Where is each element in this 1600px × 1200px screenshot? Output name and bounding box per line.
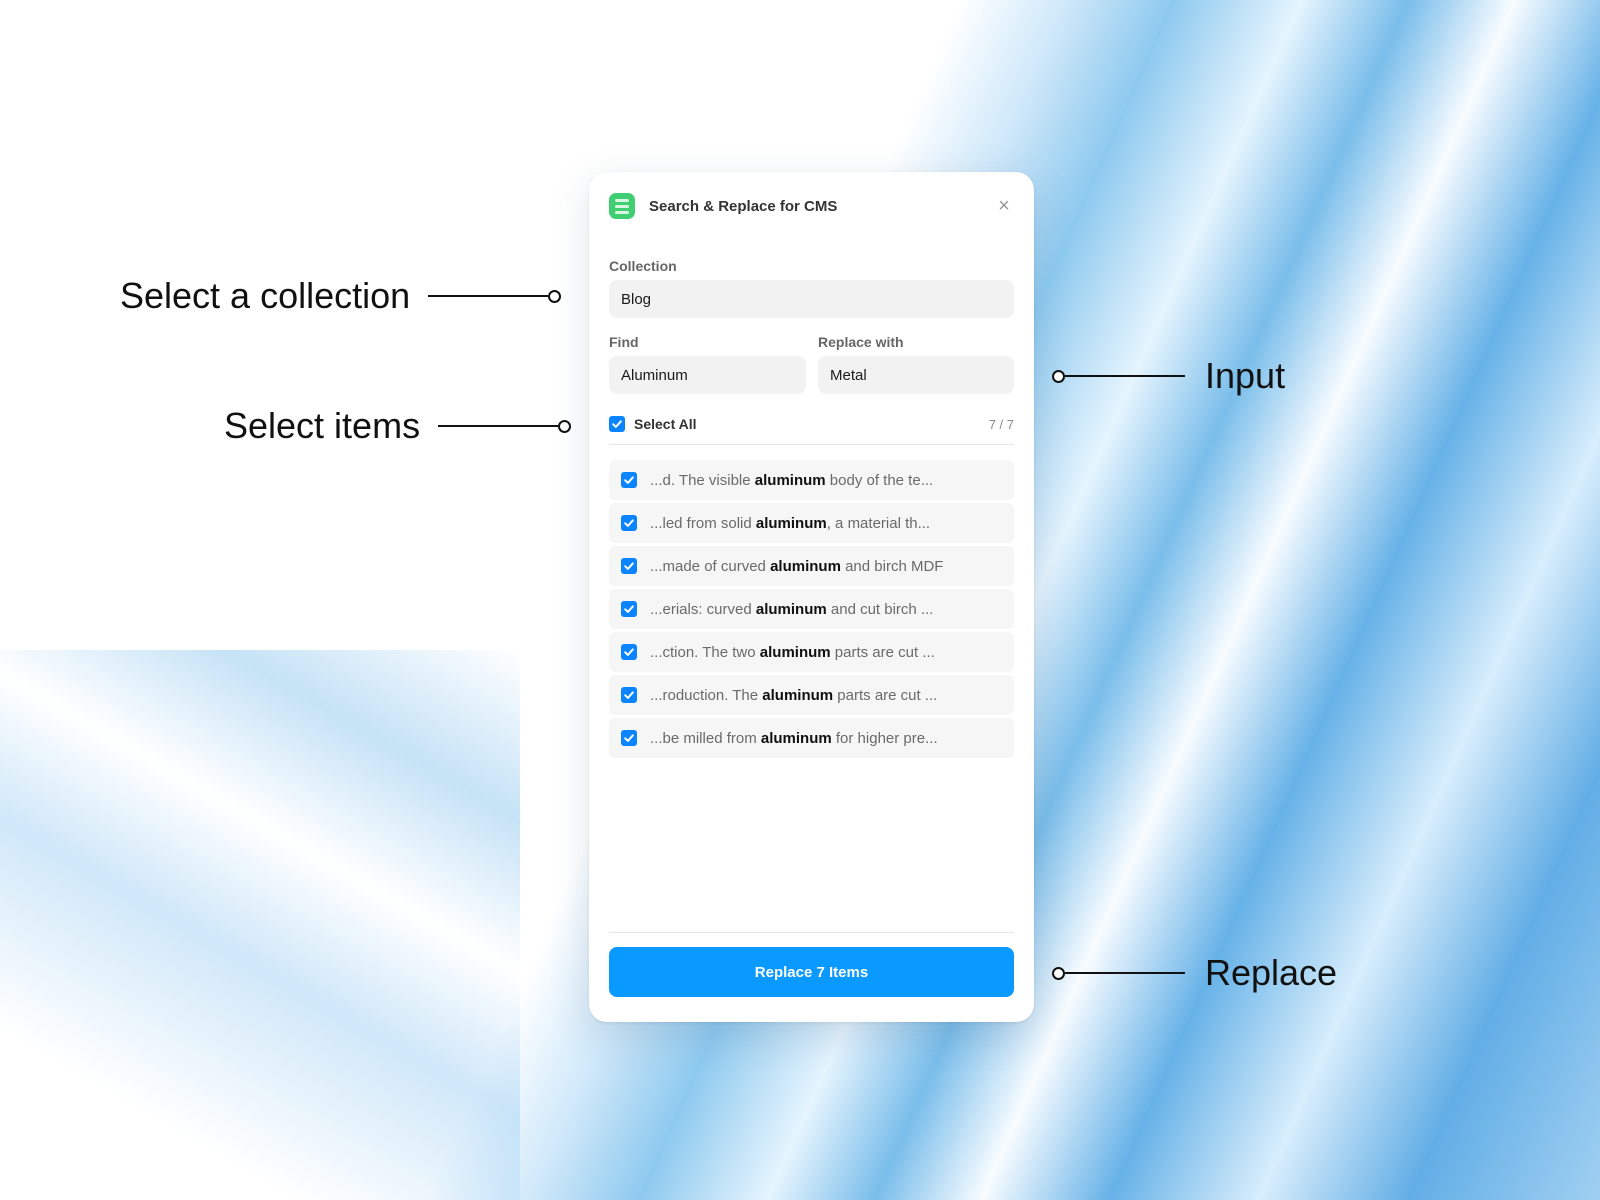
snippet-after: body of the te... (825, 471, 934, 489)
panel-title: Search & Replace for CMS (649, 197, 838, 215)
snippet-before: ...led from solid (650, 514, 756, 532)
snippet-after: parts are cut ... (833, 686, 938, 704)
callout-label: Select items (224, 405, 421, 446)
snippet-after: for higher pre... (831, 729, 938, 747)
snippet-after: parts are cut ... (830, 643, 935, 661)
item-checkbox[interactable] (621, 601, 637, 617)
find-label: Find (609, 334, 639, 350)
footer-divider (609, 932, 1014, 933)
item-checkbox[interactable] (621, 687, 637, 703)
snippet-match: aluminum (755, 514, 827, 532)
snippet-before: ...be milled from (650, 729, 761, 747)
match-snippet: ...made of curved aluminum and birch MDF (650, 558, 943, 575)
snippet-before: ...erials: curved (650, 600, 756, 618)
callout-label: Replace (1205, 952, 1338, 993)
match-snippet: ...ction. The two aluminum parts are cut… (650, 644, 935, 661)
snippet-before: ...ction. The two (650, 643, 760, 661)
list-item[interactable]: ...roduction. The aluminum parts are cut… (609, 675, 1014, 715)
snippet-after: and cut birch ... (826, 600, 934, 618)
item-checkbox[interactable] (621, 730, 637, 746)
search-replace-panel: Search & Replace for CMS × Collection Fi… (589, 172, 1034, 1022)
check-icon (624, 691, 634, 699)
item-checkbox[interactable] (621, 558, 637, 574)
snippet-after: , a material th... (826, 514, 931, 532)
check-icon (624, 562, 634, 570)
callout-line (1065, 375, 1185, 377)
snippet-match: aluminum (754, 471, 826, 489)
item-checkbox[interactable] (621, 515, 637, 531)
callout-label: Select a collection (120, 275, 411, 316)
callout-dot (1052, 369, 1065, 383)
background-streak (0, 650, 520, 1200)
match-snippet: ...erials: curved aluminum and cut birch… (650, 601, 933, 618)
select-all-row: Select All 7 / 7 (609, 412, 1014, 445)
list-item[interactable]: ...be milled from aluminum for higher pr… (609, 718, 1014, 758)
snippet-after: and birch MDF (840, 557, 944, 575)
callout-label: Input (1205, 355, 1286, 396)
selection-count: 7 / 7 (988, 416, 1014, 432)
callout-input: Input (1052, 354, 1285, 398)
callout-select-collection: Select a collection (120, 274, 562, 318)
callout-line (1065, 972, 1185, 974)
snippet-match: aluminum (760, 729, 832, 747)
callout-dot (548, 289, 562, 303)
callout-dot (558, 419, 572, 433)
find-input[interactable] (609, 356, 806, 394)
list-item[interactable]: ...ction. The two aluminum parts are cut… (609, 632, 1014, 672)
panel-header: Search & Replace for CMS × (609, 192, 1014, 220)
callout-line (438, 425, 559, 427)
check-icon (624, 519, 634, 527)
select-all-label: Select All (634, 416, 697, 432)
check-icon (612, 420, 622, 428)
match-snippet: ...led from solid aluminum, a material t… (650, 515, 930, 532)
check-icon (624, 476, 634, 484)
match-snippet: ...roduction. The aluminum parts are cut… (650, 687, 937, 704)
results-list: ...d. The visible aluminum body of the t… (609, 460, 1014, 761)
replace-with-label: Replace with (818, 334, 904, 350)
snippet-before: ...d. The visible (650, 471, 755, 489)
snippet-match: aluminum (770, 557, 841, 575)
replace-with-input[interactable] (818, 356, 1014, 394)
item-checkbox[interactable] (621, 644, 637, 660)
collection-label: Collection (609, 258, 677, 274)
close-button[interactable]: × (994, 196, 1014, 216)
item-checkbox[interactable] (621, 472, 637, 488)
callout-replace: Replace (1052, 951, 1337, 995)
snippet-before: ...roduction. The (650, 686, 763, 704)
check-icon (624, 605, 634, 613)
list-icon (609, 193, 635, 219)
callout-select-items: Select items (224, 404, 572, 448)
snippet-before: ...made of curved (650, 557, 771, 575)
list-item[interactable]: ...erials: curved aluminum and cut birch… (609, 589, 1014, 629)
select-all-checkbox[interactable] (609, 416, 625, 432)
list-item[interactable]: ...d. The visible aluminum body of the t… (609, 460, 1014, 500)
snippet-match: aluminum (755, 600, 827, 618)
match-snippet: ...be milled from aluminum for higher pr… (650, 730, 938, 747)
list-item[interactable]: ...made of curved aluminum and birch MDF (609, 546, 1014, 586)
list-item[interactable]: ...led from solid aluminum, a material t… (609, 503, 1014, 543)
replace-items-button[interactable]: Replace 7 Items (609, 947, 1014, 997)
collection-select[interactable] (609, 280, 1014, 318)
check-icon (624, 648, 634, 656)
callout-dot (1052, 966, 1065, 980)
snippet-match: aluminum (759, 643, 831, 661)
check-icon (624, 734, 634, 742)
snippet-match: aluminum (762, 686, 834, 704)
match-snippet: ...d. The visible aluminum body of the t… (650, 472, 933, 489)
callout-line (428, 295, 549, 297)
